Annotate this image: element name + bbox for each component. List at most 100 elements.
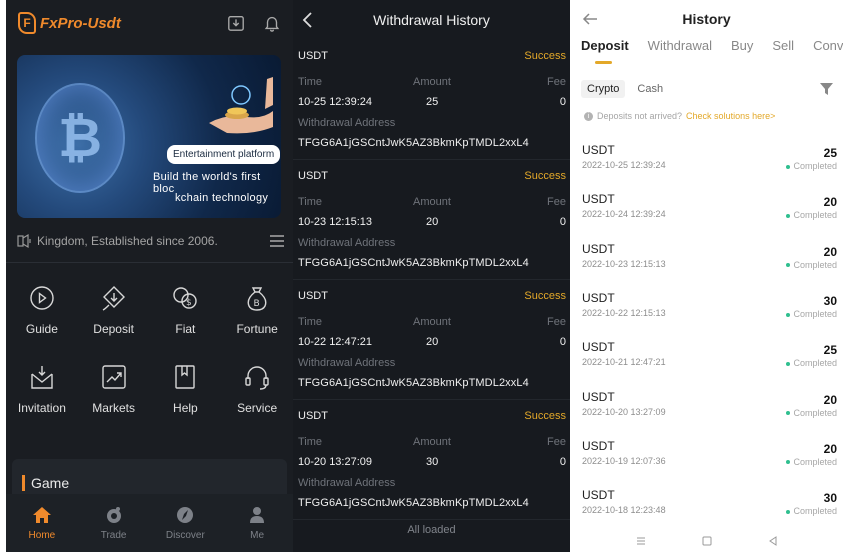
status-dot-icon [786,361,791,366]
address-label: Withdrawal Address [298,357,396,369]
status-badge: Completed [786,408,837,418]
deposit-list-item[interactable]: USDT 2022-10-23 12:15:13 20 Completed [582,242,837,288]
logo-text: FxPro-Usdt [40,14,121,32]
amount-value: 30 [426,456,439,468]
filter-icon[interactable] [820,83,833,96]
coin-name: USDT [582,290,615,305]
withdrawal-address: TFGG6A1jGSCntJwK5AZ3BkmKpTMDL2xxL4 [298,257,529,269]
status-badge: Completed [786,210,837,220]
home-topbar: F FxPro-Usdt [6,0,293,46]
fiat-icon: $ [173,287,198,309]
tab-buy[interactable]: Buy [731,38,753,66]
status-text: Completed [793,210,837,221]
tab-sell[interactable]: Sell [772,38,794,66]
game-section[interactable]: Game [12,459,287,499]
user-icon [250,507,265,523]
status-badge: Success [524,290,566,302]
status-dot-icon [786,213,791,218]
download-icon[interactable] [227,14,245,32]
fee-value: 0 [559,336,566,348]
status-badge: Success [524,170,566,182]
status-badge: Success [524,50,566,62]
tab-withdrawal[interactable]: Withdrawal [648,38,712,66]
grid-item-help[interactable]: Help [150,362,222,415]
coin-name: USDT [298,50,328,62]
system-nav-bar [570,530,843,552]
amount-label: Amount [413,196,451,208]
deposit-list-item[interactable]: USDT 2022-10-25 12:39:24 25 Completed [582,143,837,189]
tab-discover[interactable]: Discover [150,494,222,552]
history-tabs: Deposit Withdrawal Buy Sell Conver [570,38,843,66]
status-text: Completed [793,161,837,171]
deposit-datetime: 2022-10-23 12:15:13 [582,258,666,269]
recent-apps-icon[interactable] [635,535,647,547]
status-dot-icon [786,411,791,416]
grid-item-guide[interactable]: Guide [6,283,78,336]
deposit-list-item[interactable]: USDT 2022-10-18 12:23:48 30 Completed [582,488,837,534]
segment-crypto[interactable]: Crypto [581,80,626,98]
grid-item-fiat[interactable]: $ Fiat [150,283,222,336]
deposit-list-item[interactable]: USDT 2022-10-20 13:27:09 20 Completed [582,390,837,436]
back-triangle-icon[interactable] [767,535,779,547]
logo-mark-icon: F [18,12,36,34]
notice-bar[interactable]: Kingdom, Established since 2006. [17,228,285,254]
deposit-datetime: 2022-10-19 12:07:36 [582,455,666,466]
solutions-link[interactable]: Check solutions here> [686,111,775,121]
promo-banner[interactable]: ₿ Entertainment platform Build the world… [17,55,281,218]
segment-cash[interactable]: Cash [631,80,669,98]
status-badge: Completed [786,161,837,171]
status-dot-icon [786,312,791,317]
deposit-list-item[interactable]: USDT 2022-10-21 12:47:21 25 Completed [582,340,837,386]
deposit-datetime: 2022-10-20 13:27:09 [582,406,666,417]
info-icon: i [584,111,593,121]
coin-name: USDT [582,438,615,453]
grid-item-label: Deposit [93,322,134,336]
time-value: 10-22 12:47:21 [298,336,373,348]
home-square-icon[interactable] [701,535,713,547]
coin-name: USDT [582,488,615,503]
bell-icon[interactable] [263,14,281,32]
deposit-amount: 20 [823,195,837,210]
fee-label: Fee [547,76,566,88]
menu-icon[interactable] [269,234,285,248]
coin-name: USDT [582,340,615,355]
time-value: 10-23 12:15:13 [298,216,373,228]
withdrawal-record[interactable]: USDT Success Time Amount Fee 10-20 13:27:09 30… [293,400,570,520]
home-screen: F FxPro-Usdt ₿ Entertainment platform Bu… [6,0,293,552]
back-arrow-icon[interactable] [582,12,598,26]
deposit-datetime: 2022-10-25 12:39:24 [582,160,666,170]
deposit-datetime: 2022-10-21 12:47:21 [582,357,666,368]
grid-item-deposit[interactable]: Deposit [78,283,150,336]
amount-value: 20 [426,336,439,348]
deposit-list-item[interactable]: USDT 2022-10-24 12:39:24 20 Completed [582,192,837,238]
status-dot-icon [786,164,791,169]
tab-convert[interactable]: Conver [813,38,843,66]
tab-trade[interactable]: Trade [78,494,150,552]
withdrawal-record[interactable]: USDT Success Time Amount Fee 10-22 12:47:21 20… [293,280,570,400]
status-dot-icon [786,460,791,465]
grid-item-service[interactable]: Service [221,362,293,415]
status-badge: Completed [786,457,837,467]
withdrawal-address: TFGG6A1jGSCntJwK5AZ3BkmKpTMDL2xxL4 [298,137,529,149]
grid-item-markets[interactable]: Markets [78,362,150,415]
grid-item-fortune[interactable]: B Fortune [221,283,293,336]
home-icon [32,507,51,523]
address-label: Withdrawal Address [298,117,396,129]
grid-item-invitation[interactable]: Invitation [6,362,78,415]
grid-item-label: Markets [92,401,135,415]
withdrawal-record[interactable]: USDT Success Time Amount Fee 10-25 12:39:24 25… [293,40,570,160]
deposit-list-item[interactable]: USDT 2022-10-22 12:15:13 30 Completed [582,291,837,337]
tab-deposit[interactable]: Deposit [581,38,629,66]
withdrawal-record[interactable]: USDT Success Time Amount Fee 10-23 12:15:13 20… [293,160,570,280]
deposit-amount: 30 [823,491,837,506]
status-text: Completed [793,407,837,418]
tab-me[interactable]: Me [221,494,293,552]
hand-coins-icon [209,77,273,134]
back-arrow-icon[interactable] [301,11,315,29]
page-title: History [682,11,731,27]
tab-home[interactable]: Home [6,494,78,552]
deposit-list-item[interactable]: USDT 2022-10-19 12:07:36 20 Completed [582,439,837,485]
deposit-amount: 20 [823,392,837,407]
fee-label: Fee [547,316,566,328]
grid-item-label: Fiat [175,322,196,336]
